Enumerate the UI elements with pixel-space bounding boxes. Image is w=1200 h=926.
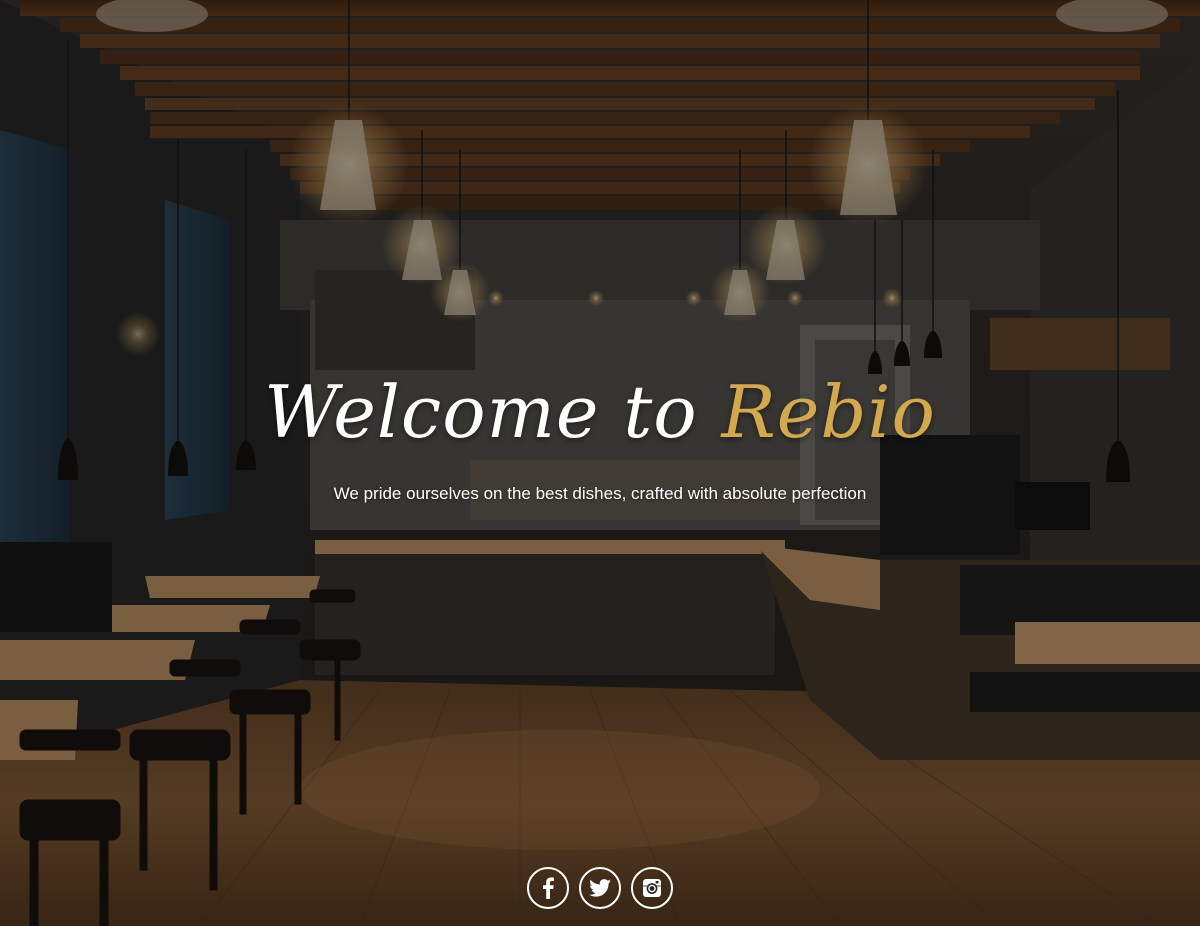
hero-title-prefix: Welcome to xyxy=(264,370,722,454)
brand-name: Rebio xyxy=(721,370,936,454)
instagram-icon xyxy=(643,879,661,897)
hero-content: Welcome to Rebio We pride ourselves on t… xyxy=(0,0,1200,926)
instagram-link[interactable] xyxy=(631,867,673,909)
twitter-link[interactable] xyxy=(579,867,621,909)
hero-tagline: We pride ourselves on the best dishes, c… xyxy=(333,484,867,503)
social-links xyxy=(0,867,1200,909)
hero-title: Welcome to Rebio xyxy=(0,362,1200,462)
twitter-icon xyxy=(589,879,611,897)
hero-section: Welcome to Rebio We pride ourselves on t… xyxy=(0,0,1200,926)
facebook-icon xyxy=(543,877,554,899)
facebook-link[interactable] xyxy=(527,867,569,909)
